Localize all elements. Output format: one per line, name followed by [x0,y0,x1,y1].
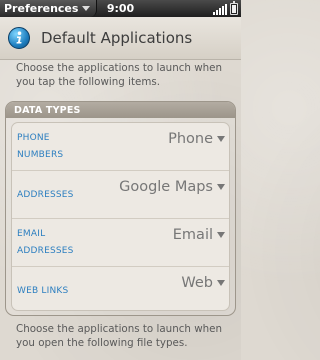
battery-icon [230,1,238,15]
row-label: WEB LINKS [17,283,97,300]
chevron-down-icon [82,6,91,11]
info-icon [8,27,30,49]
data-types-group: DATA TYPES PHONE NUMBERS Phone ADDRESSES… [5,101,236,316]
description-top: Choose the applications to launch when y… [16,62,222,88]
status-bar: Preferences 9:00 [0,0,241,17]
row-value: Google Maps [119,179,213,195]
app-menu-label: Preferences [4,2,79,15]
row-web-links[interactable]: WEB LINKS Web [12,267,229,315]
chevron-down-icon [217,184,225,190]
row-label-line2: NUMBERS [17,150,64,160]
row-addresses[interactable]: ADDRESSES Google Maps [12,171,229,219]
group-heading: DATA TYPES [6,102,235,118]
row-phone-numbers[interactable]: PHONE NUMBERS Phone [12,123,229,171]
row-label: PHONE NUMBERS [17,130,97,164]
status-icons [213,1,238,15]
phone-app-selector[interactable]: Phone [168,131,225,147]
chevron-down-icon [217,232,225,238]
row-value: Email [172,227,213,243]
email-app-selector[interactable]: Email [173,227,225,243]
page-title: Default Applications [41,29,193,47]
row-value: Phone [168,131,213,147]
app-menu-button[interactable]: Preferences [0,0,98,17]
data-types-list: PHONE NUMBERS Phone ADDRESSES Google Map… [11,122,230,311]
row-label: ADDRESSES [17,187,97,204]
row-label: EMAIL ADDRESSES [17,226,97,260]
row-label-line1: WEB LINKS [17,286,69,296]
page-header: Default Applications [0,17,241,60]
row-label-line1: EMAIL [17,229,46,239]
row-label-line1: PHONE [17,133,50,143]
chevron-down-icon [217,280,225,286]
signal-strength-icon [213,3,227,15]
description-bottom: Choose the applications to launch when y… [16,323,222,349]
row-label-line2: ADDRESSES [17,246,74,256]
chevron-down-icon [217,136,225,142]
row-value: Web [181,275,213,291]
maps-app-selector[interactable]: Google Maps [119,179,225,195]
row-email-addresses[interactable]: EMAIL ADDRESSES Email [12,219,229,267]
web-app-selector[interactable]: Web [181,275,225,291]
row-label-line1: ADDRESSES [17,190,74,200]
